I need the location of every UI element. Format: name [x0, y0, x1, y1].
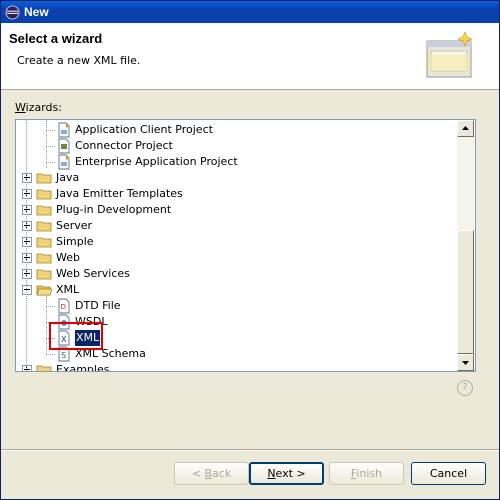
- tree-item[interactable]: Examples: [16, 362, 456, 371]
- expand-icon[interactable]: [22, 269, 32, 279]
- back-button[interactable]: < Back: [174, 462, 249, 485]
- tree-item-label: XML: [56, 283, 80, 296]
- expand-icon[interactable]: [22, 221, 32, 231]
- wizards-label: Wizards:: [15, 101, 62, 114]
- title-bar[interactable]: New: [1, 1, 499, 23]
- tree-item[interactable]: Plug-in Development: [16, 202, 456, 218]
- tree-connector: [46, 162, 55, 163]
- tree-item-label: Server: [56, 219, 93, 232]
- tree-item[interactable]: Java: [16, 170, 456, 186]
- window-title: New: [24, 5, 49, 19]
- folder-open-icon: [36, 285, 52, 296]
- folder-icon: [36, 221, 52, 232]
- tree-item-label: Simple: [56, 235, 94, 248]
- folder-icon: [36, 237, 52, 248]
- highlight-box: [49, 322, 103, 350]
- tree-item-label: DTD File: [75, 299, 121, 312]
- expand-icon[interactable]: [22, 237, 32, 247]
- next-button[interactable]: Next >: [249, 462, 324, 485]
- scroll-thumb[interactable]: [457, 230, 474, 354]
- folder-icon: [36, 205, 52, 216]
- arrow-up-icon: [462, 126, 469, 130]
- expand-icon[interactable]: [22, 205, 32, 215]
- tree-item[interactable]: Java Emitter Templates: [16, 186, 456, 202]
- new-wizard-dialog: New Select a wizard Create a new XML fil…: [0, 0, 500, 500]
- tree-item-label: Web: [56, 251, 80, 264]
- eclipse-icon: [5, 5, 20, 20]
- dtd-file-icon: D: [58, 298, 70, 314]
- tree-connector: [46, 306, 55, 307]
- tree-item-label: Examples: [56, 363, 110, 371]
- expand-icon[interactable]: [22, 253, 32, 263]
- svg-text:D: D: [61, 303, 66, 311]
- svg-text:S: S: [61, 351, 66, 360]
- folder-icon: [36, 189, 52, 200]
- arrow-down-icon: [462, 361, 469, 365]
- tree-item[interactable]: Connector Project: [16, 138, 456, 154]
- tree-item[interactable]: Simple: [16, 234, 456, 250]
- tree-connector: [46, 146, 55, 147]
- tree-item[interactable]: Server: [16, 218, 456, 234]
- expand-icon[interactable]: [22, 173, 32, 183]
- tree-item-label: Application Client Project: [75, 123, 213, 136]
- tree-guide-line: [46, 120, 47, 168]
- tree-item-label: Connector Project: [75, 139, 173, 152]
- page-description: Create a new XML file.: [17, 54, 141, 67]
- tree-vertical-scrollbar[interactable]: [457, 120, 474, 371]
- page-title: Select a wizard: [9, 31, 103, 46]
- tree-item[interactable]: Application Client Project: [16, 122, 456, 138]
- connector-icon: [58, 138, 70, 154]
- app-client-icon: [58, 122, 70, 138]
- tree-guide-line: [26, 120, 27, 371]
- collapse-icon[interactable]: [22, 285, 32, 295]
- tree-guide-line: [46, 296, 47, 354]
- help-icon[interactable]: ?: [457, 380, 473, 396]
- ear-project-icon: [58, 154, 70, 170]
- scroll-down-button[interactable]: [457, 354, 474, 371]
- wizard-banner: Select a wizard Create a new XML file.: [1, 23, 499, 90]
- tree-connector: [46, 354, 55, 355]
- cancel-button[interactable]: Cancel: [411, 462, 486, 485]
- tree-connector: [46, 130, 55, 131]
- expand-icon[interactable]: [22, 365, 32, 371]
- tree-item[interactable]: Enterprise Application Project: [16, 154, 456, 170]
- folder-icon: [36, 365, 52, 371]
- tree-item[interactable]: Web: [16, 250, 456, 266]
- tree-item[interactable]: D DTD File: [16, 298, 456, 314]
- tree-item[interactable]: XML: [16, 282, 456, 298]
- finish-button[interactable]: Finish: [329, 462, 404, 485]
- tree-item-label: Java: [56, 171, 80, 184]
- tree-item-label: Java Emitter Templates: [56, 187, 183, 200]
- wizard-banner-icon: [426, 31, 473, 78]
- folder-icon: [36, 253, 52, 264]
- tree-item-label: Plug-in Development: [56, 203, 172, 216]
- expand-icon[interactable]: [22, 189, 32, 199]
- scroll-up-button[interactable]: [457, 120, 474, 137]
- tree-item-label: Web Services: [56, 267, 130, 280]
- button-bar-separator: [1, 449, 499, 451]
- tree-item[interactable]: Web Services: [16, 266, 456, 282]
- folder-icon: [36, 269, 52, 280]
- tree-item-label: Enterprise Application Project: [75, 155, 238, 168]
- folder-icon: [36, 173, 52, 184]
